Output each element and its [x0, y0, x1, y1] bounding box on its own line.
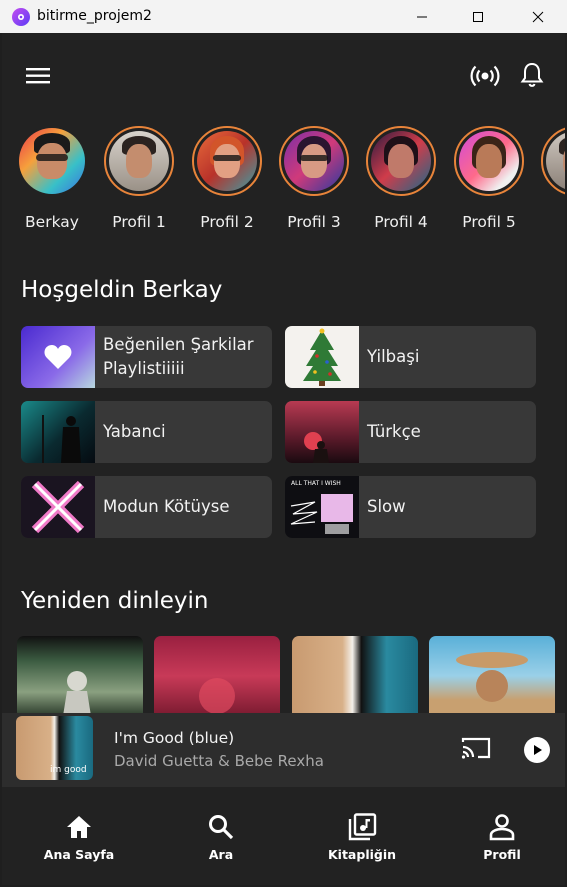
recent-album-4[interactable]: [429, 636, 555, 716]
nav-search[interactable]: Ara: [171, 813, 271, 862]
profile-3[interactable]: Profil 3: [277, 126, 351, 231]
x-neon-icon: [21, 476, 95, 538]
profiles-row: Berkay Profil 1 Profil 2 Profil 3 Profil…: [2, 126, 565, 241]
playlist-label: Yilbaşi: [367, 347, 420, 366]
now-playing-cover: im good: [16, 716, 93, 780]
profile-label: Profil 1: [112, 213, 166, 231]
nav-profile[interactable]: Profil: [452, 813, 552, 862]
maximize-button[interactable]: [450, 0, 506, 33]
profile-label: Profil 5: [462, 213, 516, 231]
avatar: [104, 126, 174, 196]
nav-home[interactable]: Ana Sayfa: [29, 813, 129, 862]
playlist-tile-liked[interactable]: Beğenilen Şarkilar Playlistiiiii: [21, 326, 272, 388]
profile-5[interactable]: Profil 5: [452, 126, 526, 231]
bell-icon[interactable]: [520, 61, 544, 93]
cover-text: im good: [50, 765, 87, 775]
recent-album-1[interactable]: [17, 636, 143, 716]
profile-berkay[interactable]: Berkay: [15, 126, 89, 231]
play-icon: [534, 745, 542, 755]
recent-album-2[interactable]: [154, 636, 280, 716]
recent-album-3[interactable]: [292, 636, 418, 716]
playlist-tile-slow[interactable]: ALL THAT I WISH Slow: [285, 476, 536, 538]
christmas-tree-icon: [285, 326, 359, 388]
playlist-tile-modun-kotuyse[interactable]: Modun Kötüyse: [21, 476, 272, 538]
album-art-icon: ALL THAT I WISH: [285, 476, 359, 538]
nav-library[interactable]: Kitapliğin: [312, 813, 412, 862]
profile-2[interactable]: Profil 2: [190, 126, 264, 231]
hamburger-menu-icon[interactable]: [25, 66, 51, 90]
avatar: [454, 126, 524, 196]
profile-4[interactable]: Profil 4: [364, 126, 438, 231]
close-button[interactable]: [510, 0, 566, 33]
playlist-label: Yabanci: [103, 422, 166, 441]
profile-label: Profil 3: [287, 213, 341, 231]
welcome-title: Hoşgeldin Berkay: [21, 277, 223, 303]
profile-6[interactable]: Pro: [539, 126, 565, 231]
sunset-figure-icon: [285, 401, 359, 463]
window-title: bitirme_projem2: [37, 8, 152, 24]
home-icon: [67, 816, 91, 838]
avatar: [17, 126, 87, 196]
bottom-navigation: Ana Sayfa Ara Kitapliğin Profil: [2, 787, 565, 885]
nav-label: Profil: [483, 847, 521, 862]
profile-label: Profil 2: [200, 213, 254, 231]
profile-label: Profil 4: [374, 213, 428, 231]
cast-icon[interactable]: [461, 736, 491, 764]
playlist-label: Beğenilen Şarkilar Playlistiiiii: [103, 335, 254, 378]
playlist-label: Modun Kötüyse: [103, 497, 230, 516]
avatar: [279, 126, 349, 196]
nav-label: Ana Sayfa: [43, 847, 115, 862]
profile-label: Pro: [539, 213, 565, 231]
library-icon: [348, 813, 377, 841]
profile-label: Berkay: [25, 213, 79, 231]
playlist-tile-yilbasi[interactable]: Yilbaşi: [285, 326, 536, 388]
search-icon: [209, 815, 234, 840]
avatar: [541, 126, 565, 196]
album-art-text: ALL THAT I WISH: [291, 480, 341, 487]
artist-name: David Guetta & Bebe Rexha: [114, 752, 324, 770]
app-content: Berkay Profil 1 Profil 2 Profil 3 Profil…: [2, 33, 565, 885]
person-icon: [489, 814, 515, 841]
recent-title: Yeniden dinleyin: [21, 588, 209, 614]
playlist-tile-turkce[interactable]: Türkçe: [285, 401, 536, 463]
playlist-label: Slow: [367, 497, 406, 516]
song-title: I'm Good (blue): [114, 729, 235, 747]
now-playing-bar[interactable]: im good I'm Good (blue) David Guetta & B…: [2, 713, 565, 787]
playlist-tile-yabanci[interactable]: Yabanci: [21, 401, 272, 463]
app-logo-icon: [12, 8, 30, 26]
window-titlebar: bitirme_projem2: [0, 0, 567, 33]
heart-icon: [21, 326, 95, 388]
playlist-label: Türkçe: [367, 422, 421, 441]
broadcast-icon[interactable]: [470, 63, 500, 93]
avatar: [192, 126, 262, 196]
profile-1[interactable]: Profil 1: [102, 126, 176, 231]
play-button[interactable]: [524, 737, 550, 763]
avatar: [366, 126, 436, 196]
nav-label: Ara: [208, 847, 234, 862]
minimize-button[interactable]: [394, 0, 450, 33]
concert-silhouette-icon: [21, 401, 95, 463]
nav-label: Kitapliğin: [327, 847, 397, 862]
